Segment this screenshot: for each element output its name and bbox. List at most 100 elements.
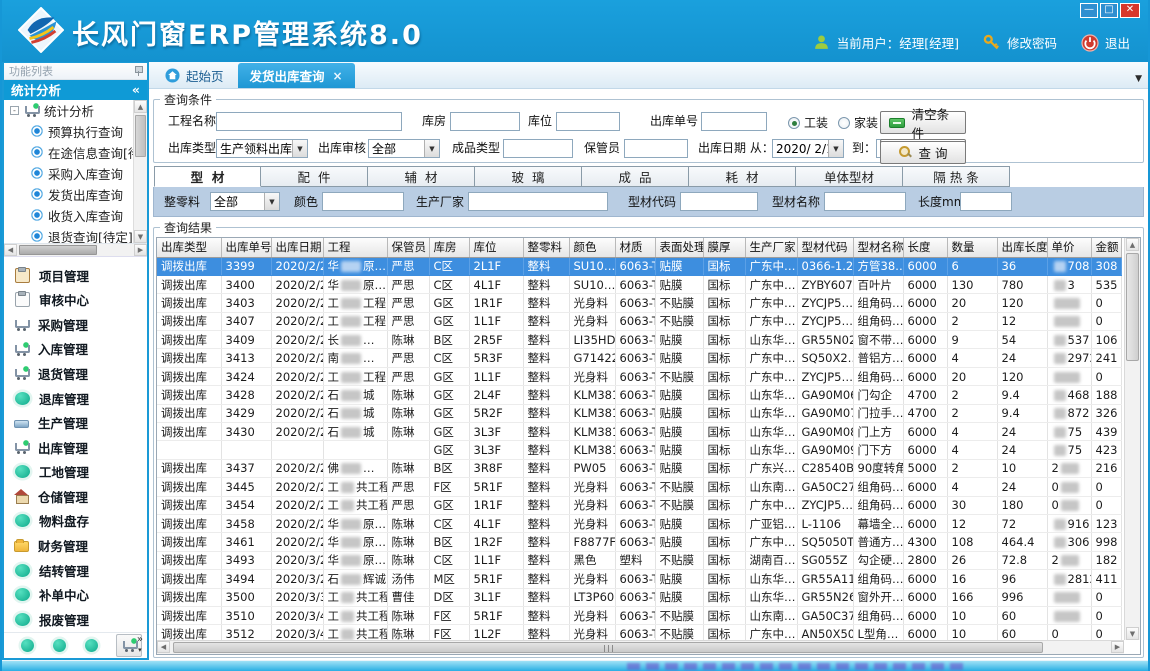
sidebar-item-4[interactable]: 退货管理 xyxy=(4,361,147,386)
tree-item-4[interactable]: 收货入库查询 xyxy=(4,205,133,226)
column-header[interactable]: 库位 xyxy=(469,238,523,257)
quick-dot-icon[interactable] xyxy=(53,639,66,652)
column-header[interactable]: 库房 xyxy=(429,238,469,257)
table-row[interactable]: 调拨出库34582020/2/28华原…陈琳C区4L1F整料光身料6063-T5… xyxy=(157,514,1121,532)
sidebar-item-10[interactable]: 物料盘存 xyxy=(4,509,147,534)
column-header[interactable]: 保管员 xyxy=(387,238,429,257)
location-input[interactable] xyxy=(556,112,620,131)
scroll-right-icon[interactable]: ▶ xyxy=(134,244,147,256)
column-header[interactable]: 材质 xyxy=(615,238,655,257)
column-header[interactable]: 型材名称 xyxy=(853,238,903,257)
table-row[interactable]: 调拨出库34302020/2/26石城陈琳G区3L3F整料KLM38176063… xyxy=(157,423,1121,441)
sidebar-item-1[interactable]: 审核中心 xyxy=(4,287,147,312)
pin-icon[interactable] xyxy=(134,66,142,76)
close-tab-icon[interactable]: × xyxy=(333,69,343,83)
close-button[interactable]: ✕ xyxy=(1120,3,1140,18)
tree-item-3[interactable]: 发货出库查询 xyxy=(4,184,133,205)
scroll-left-icon[interactable]: ◀ xyxy=(157,641,170,653)
scroll-left-icon[interactable]: ◀ xyxy=(4,244,17,256)
tab-1[interactable]: 发货出库查询× xyxy=(238,63,355,88)
minimize-button[interactable]: — xyxy=(1080,3,1098,18)
scroll-down-icon[interactable]: ▼ xyxy=(1126,627,1139,640)
grid-vertical-scrollbar[interactable]: ▲ ▼ xyxy=(1124,238,1140,640)
column-header[interactable]: 颜色 xyxy=(569,238,615,257)
quick-dot-icon[interactable] xyxy=(21,639,34,652)
profile-name-input[interactable] xyxy=(824,192,906,211)
sidebar-item-6[interactable]: 生产管理 xyxy=(4,410,147,435)
scroll-down-icon[interactable]: ▼ xyxy=(134,230,147,243)
column-header[interactable]: 出库类型 xyxy=(157,238,221,257)
clear-conditions-button[interactable]: 清空条件 xyxy=(880,111,966,134)
table-row[interactable]: 调拨出库35102020/3/4工共工程陈琳F区5R1F整料光身料6063-T5… xyxy=(157,606,1121,624)
sidebar-overflow-button[interactable]: » ▾ xyxy=(137,635,143,655)
column-header[interactable]: 整零料 xyxy=(523,238,569,257)
tab-list-dropdown-icon[interactable]: ▼ xyxy=(1135,74,1142,84)
length-input[interactable] xyxy=(960,192,1012,211)
sidebar-item-5[interactable]: 退库管理 xyxy=(4,386,147,411)
quick-dot-icon[interactable] xyxy=(85,639,98,652)
material-tab-1[interactable]: 配 件 xyxy=(261,166,368,187)
table-row[interactable]: 调拨出库34092020/2/25长…陈琳B区2R5F整料LI35HD6063-… xyxy=(157,331,1121,349)
change-password-link[interactable]: 修改密码 xyxy=(1007,33,1057,52)
scroll-right-icon[interactable]: ▶ xyxy=(1111,641,1124,653)
tree-vertical-scrollbar[interactable]: ▲ ▼ xyxy=(133,100,147,244)
tree-item-2[interactable]: 采购入库查询 xyxy=(4,163,133,184)
tree-vscroll-thumb[interactable] xyxy=(135,115,146,157)
grid-hscroll-thumb[interactable] xyxy=(173,642,1043,653)
audit-select[interactable]: 全部▼ xyxy=(368,139,440,158)
table-row[interactable]: 调拨出库34282020/2/26石城陈琳G区2L4F整料KLM38176063… xyxy=(157,386,1121,404)
table-row[interactable]: 调拨出库34942020/3/2石辉诚汤伟M区5R1F整料光身料6063-T5贴… xyxy=(157,570,1121,588)
tree-item-5[interactable]: 退货查询[待定] xyxy=(4,226,133,244)
table-row[interactable]: 调拨出库34542020/2/28工共工程严思G区1R1F整料光身料6063-T… xyxy=(157,496,1121,514)
out-type-select[interactable]: 生产领料出库▼ xyxy=(216,139,308,158)
sidebar-item-13[interactable]: 补单中心 xyxy=(4,582,147,607)
column-header[interactable]: 出库单号 xyxy=(221,238,271,257)
scroll-up-icon[interactable]: ▲ xyxy=(134,100,147,113)
table-row[interactable]: 调拨出库35002020/3/3工共工程曹佳D区3L1F整料LT3P606063… xyxy=(157,588,1121,606)
factory-input[interactable] xyxy=(468,192,608,211)
query-button[interactable]: 查 询 xyxy=(880,141,966,164)
table-row[interactable]: 调拨出库34032020/2/25工工程严思G区1R1F整料光身料6063-T5… xyxy=(157,294,1121,312)
column-header[interactable]: 出库日期 xyxy=(271,238,323,257)
project-name-input[interactable] xyxy=(216,112,402,131)
sidebar-item-12[interactable]: 结转管理 xyxy=(4,558,147,583)
table-row[interactable]: 调拨出库33992020/2/25华原…严思C区2L1F整料SU10…6063-… xyxy=(157,257,1121,275)
tree-horizontal-scrollbar[interactable]: ◀ ▶ xyxy=(4,244,147,256)
column-header[interactable]: 型材代码 xyxy=(797,238,853,257)
grid-horizontal-scrollbar[interactable]: ◀ ▶ xyxy=(157,640,1124,654)
column-header[interactable]: 单价 xyxy=(1047,238,1091,257)
sidebar-item-14[interactable]: 报废管理 xyxy=(4,607,147,632)
material-tab-2[interactable]: 辅 材 xyxy=(368,166,475,187)
material-tab-0[interactable]: 型 材 xyxy=(154,166,261,187)
table-row[interactable]: 调拨出库34372020/2/27佛…陈琳B区3R8F整料PW056063-T5… xyxy=(157,459,1121,477)
tree-hscroll-thumb[interactable] xyxy=(19,245,97,255)
column-header[interactable]: 工程 xyxy=(323,238,387,257)
date-from-select[interactable]: 2020/ 2/16▼ xyxy=(772,139,844,158)
table-row[interactable]: 调拨出库34072020/2/25工工程严思G区1L1F整料光身料6063-T5… xyxy=(157,312,1121,330)
table-row[interactable]: 调拨出库34132020/2/26南…严思C区5R3F整料G714226063-… xyxy=(157,349,1121,367)
color-input[interactable] xyxy=(322,192,404,211)
table-row[interactable]: 调拨出库34612020/2/28华原…陈琳B区1R2F整料F8877FT606… xyxy=(157,533,1121,551)
column-header[interactable]: 长度 xyxy=(903,238,947,257)
collapse-icon[interactable]: « xyxy=(132,82,140,97)
sidebar-item-2[interactable]: 采购管理 xyxy=(4,312,147,337)
table-row[interactable]: 调拨出库34242020/2/26工工程严思G区1L1F整料光身料6063-T5… xyxy=(157,367,1121,385)
tab-0[interactable]: 起始页 xyxy=(153,63,236,88)
sidebar-item-11[interactable]: 财务管理 xyxy=(4,533,147,558)
material-tab-6[interactable]: 单体型材 xyxy=(796,166,903,187)
material-tab-5[interactable]: 耗 材 xyxy=(689,166,796,187)
logout-link[interactable]: 退出 xyxy=(1105,33,1130,52)
product-type-input[interactable] xyxy=(503,139,573,158)
table-row[interactable]: G区3L3F整料KLM38176063-T5贴膜国标山东华…GA90M09.门下… xyxy=(157,441,1121,459)
profile-code-input[interactable] xyxy=(680,192,758,211)
tree-item-1[interactable]: 在途信息查询[待 xyxy=(4,142,133,163)
material-tab-3[interactable]: 玻 璃 xyxy=(475,166,582,187)
grid-vscroll-thumb[interactable] xyxy=(1126,253,1139,361)
sidebar-item-9[interactable]: 仓储管理 xyxy=(4,484,147,509)
column-header[interactable]: 生产厂家 xyxy=(745,238,797,257)
sidebar-item-3[interactable]: 入库管理 xyxy=(4,337,147,362)
radio-jiazhuang[interactable]: 家装 xyxy=(838,114,878,131)
sidebar-item-0[interactable]: 项目管理 xyxy=(4,263,147,288)
sidebar-item-7[interactable]: 出库管理 xyxy=(4,435,147,460)
warehouse-input[interactable] xyxy=(450,112,520,131)
